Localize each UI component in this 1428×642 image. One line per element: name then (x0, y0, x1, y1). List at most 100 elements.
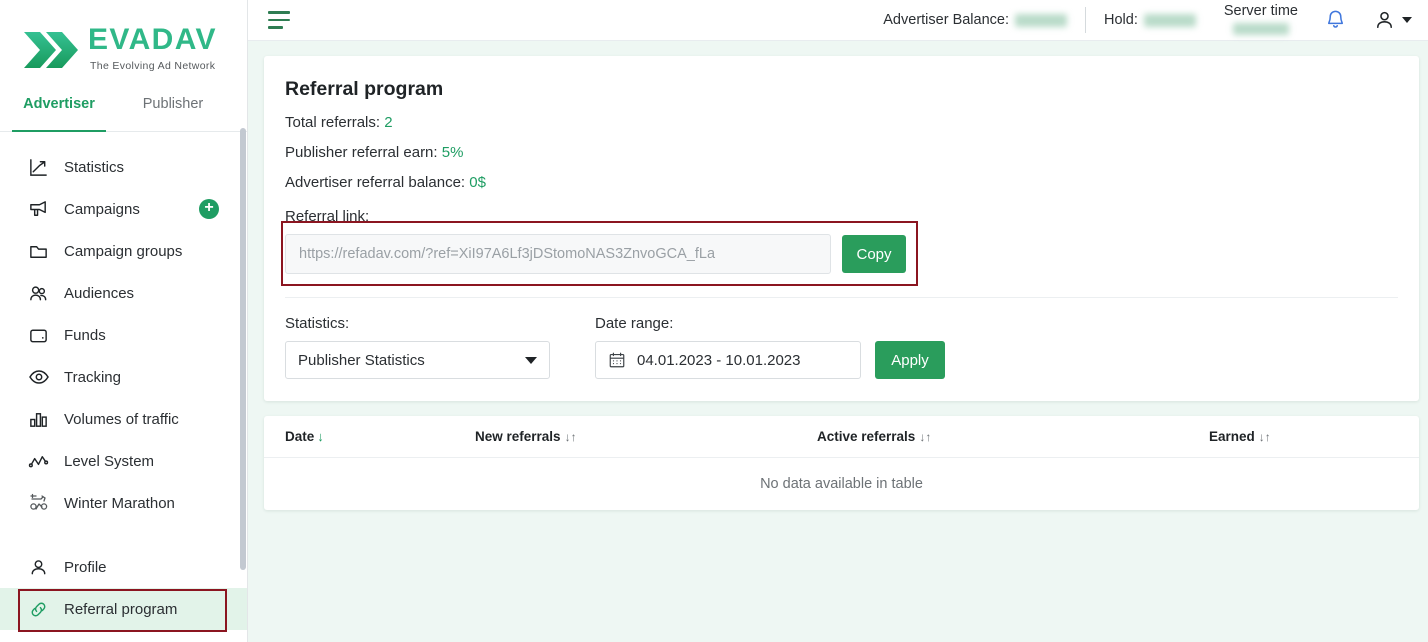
megaphone-icon (28, 197, 54, 221)
column-label: New referrals (475, 429, 561, 444)
person-icon (28, 555, 54, 579)
sidebar-item-audiences[interactable]: Audiences (0, 272, 247, 314)
tab-publisher[interactable]: Publisher (118, 96, 228, 131)
sidebar-item-funds[interactable]: Funds (0, 314, 247, 356)
level-line-icon (28, 449, 54, 473)
table-header-active-referrals[interactable]: Active referrals ↓↑ (817, 429, 1209, 444)
sort-arrow-icon: ↓↑ (1258, 430, 1271, 444)
topbar-right-group: Advertiser Balance: Hold: Server time (883, 2, 1412, 36)
referral-card: Referral program Total referrals: 2 Publ… (264, 56, 1419, 401)
apply-button[interactable]: Apply (875, 341, 945, 379)
stat-value: 5% (441, 144, 464, 161)
stat-advertiser-referral-balance: Advertiser referral balance: 0$ (285, 174, 1398, 191)
table-empty-message: No data available in table (760, 476, 923, 492)
server-time-block: Server time (1223, 2, 1298, 36)
column-label: Active referrals (817, 429, 916, 444)
server-time-label: Server time (1223, 2, 1298, 19)
statistics-select-value: Publisher Statistics (298, 351, 425, 369)
add-campaign-button[interactable]: + (199, 199, 219, 219)
hold-value (1143, 13, 1196, 27)
stat-value: 0$ (469, 174, 486, 191)
table-header-new-referrals[interactable]: New referrals ↓↑ (475, 429, 817, 444)
hold-label: Hold: (1104, 12, 1138, 28)
stat-label: Publisher referral earn: (285, 144, 438, 161)
stat-total-referrals: Total referrals: 2 (285, 114, 1398, 131)
sidebar-item-label: Campaign groups (64, 242, 183, 260)
sidebar-item-profile[interactable]: Profile (0, 546, 247, 588)
sidebar-item-winter-marathon[interactable]: Winter Marathon (0, 482, 247, 524)
sidebar-item-tracking[interactable]: Tracking (0, 356, 247, 398)
sidebar-item-label: Level System (64, 452, 155, 470)
sidebar-item-campaign-groups[interactable]: Campaign groups (0, 230, 247, 272)
sidebar: EVADAV The Evolving Ad Network Advertise… (0, 0, 248, 642)
column-label: Date (285, 429, 315, 444)
bar-chart-icon (28, 407, 54, 431)
table-header-row: Date ↓ New referrals ↓↑ Active referrals ↓↑… (264, 416, 1419, 458)
user-avatar-icon (1377, 11, 1392, 28)
link-chain-icon (28, 597, 54, 621)
sidebar-item-label: Statistics (64, 158, 125, 176)
wallet-icon (28, 323, 54, 347)
filters-row: Statistics: Publisher Statistics Date ra… (285, 315, 1398, 401)
eye-icon (28, 365, 54, 389)
table-header-earned[interactable]: Earned ↓↑ (1209, 429, 1359, 444)
sidebar-item-label: Winter Marathon (64, 494, 175, 512)
referral-link-row: Copy (281, 221, 1398, 286)
sidebar-item-label: Audiences (64, 284, 135, 302)
statistics-icon (28, 155, 54, 179)
calendar-icon (608, 351, 626, 369)
topbar-divider (1085, 7, 1086, 33)
brand-tagline: The Evolving Ad Network (90, 59, 216, 72)
referral-link-label: Referral link: (285, 208, 370, 225)
stat-value: 2 (384, 114, 393, 131)
sidebar-item-level-system[interactable]: Level System (0, 440, 247, 482)
topbar: Advertiser Balance: Hold: Server time (248, 0, 1428, 41)
stat-label: Advertiser referral balance: (285, 174, 466, 191)
tab-advertiser[interactable]: Advertiser (0, 96, 118, 132)
sidebar-item-label: Referral program (64, 600, 178, 618)
winter-marathon-icon (28, 491, 54, 515)
sidebar-item-statistics[interactable]: Statistics (0, 146, 247, 188)
statistics-select[interactable]: Publisher Statistics (285, 341, 550, 379)
date-range-value: 04.01.2023 - 10.01.2023 (637, 351, 801, 369)
sidebar-scrollbar[interactable] (240, 128, 246, 570)
sidebar-item-label: Campaigns (64, 200, 140, 218)
hamburger-icon[interactable] (268, 11, 290, 29)
role-tabs: Advertiser Publisher (0, 96, 247, 132)
sidebar-item-label: Volumes of traffic (64, 410, 179, 428)
sidebar-item-label: Funds (64, 326, 106, 344)
column-label: Earned (1209, 429, 1255, 444)
copy-button[interactable]: Copy (842, 235, 906, 273)
date-range-label: Date range: (595, 315, 674, 332)
statistics-filter: Statistics: Publisher Statistics (285, 315, 550, 379)
chevron-down-icon (525, 356, 537, 364)
date-range-filter: Date range: 04.01.2023 - 10.01.2023 Appl… (595, 315, 945, 379)
advertiser-balance-value (1015, 13, 1067, 27)
referral-link-input[interactable] (285, 234, 831, 274)
evadav-chevron-logo-icon (24, 31, 78, 68)
main-area: Advertiser Balance: Hold: Server time Re… (248, 0, 1428, 642)
sort-arrow-icon: ↓ (317, 429, 324, 444)
chevron-down-icon (1402, 17, 1412, 23)
statistics-filter-label: Statistics: (285, 315, 350, 332)
page-content: Referral program Total referrals: 2 Publ… (248, 41, 1428, 642)
advertiser-balance-label: Advertiser Balance: (883, 12, 1009, 28)
sidebar-nav: Statistics Campaigns + Campaign groups A… (0, 132, 247, 642)
sidebar-item-label: Tracking (64, 368, 121, 386)
sort-arrow-icon: ↓↑ (564, 430, 577, 444)
sidebar-item-referral-program[interactable]: Referral program (0, 588, 247, 630)
sidebar-item-volumes-of-traffic[interactable]: Volumes of traffic (0, 398, 247, 440)
page-title: Referral program (285, 78, 444, 100)
card-divider (285, 297, 1398, 298)
app-root: EVADAV The Evolving Ad Network Advertise… (0, 0, 1428, 642)
date-range-input[interactable]: 04.01.2023 - 10.01.2023 (595, 341, 861, 379)
brand-logo[interactable]: EVADAV The Evolving Ad Network (0, 0, 247, 96)
sidebar-divider (0, 524, 247, 546)
sidebar-item-campaigns[interactable]: Campaigns + (0, 188, 247, 230)
sort-arrow-icon: ↓↑ (919, 430, 932, 444)
table-header-date[interactable]: Date ↓ (285, 429, 475, 444)
stat-publisher-referral-earn: Publisher referral earn: 5% (285, 144, 1398, 161)
user-menu-button[interactable] (1373, 8, 1412, 32)
stat-label: Total referrals: (285, 114, 381, 131)
notification-bell-icon[interactable] (1324, 8, 1347, 32)
